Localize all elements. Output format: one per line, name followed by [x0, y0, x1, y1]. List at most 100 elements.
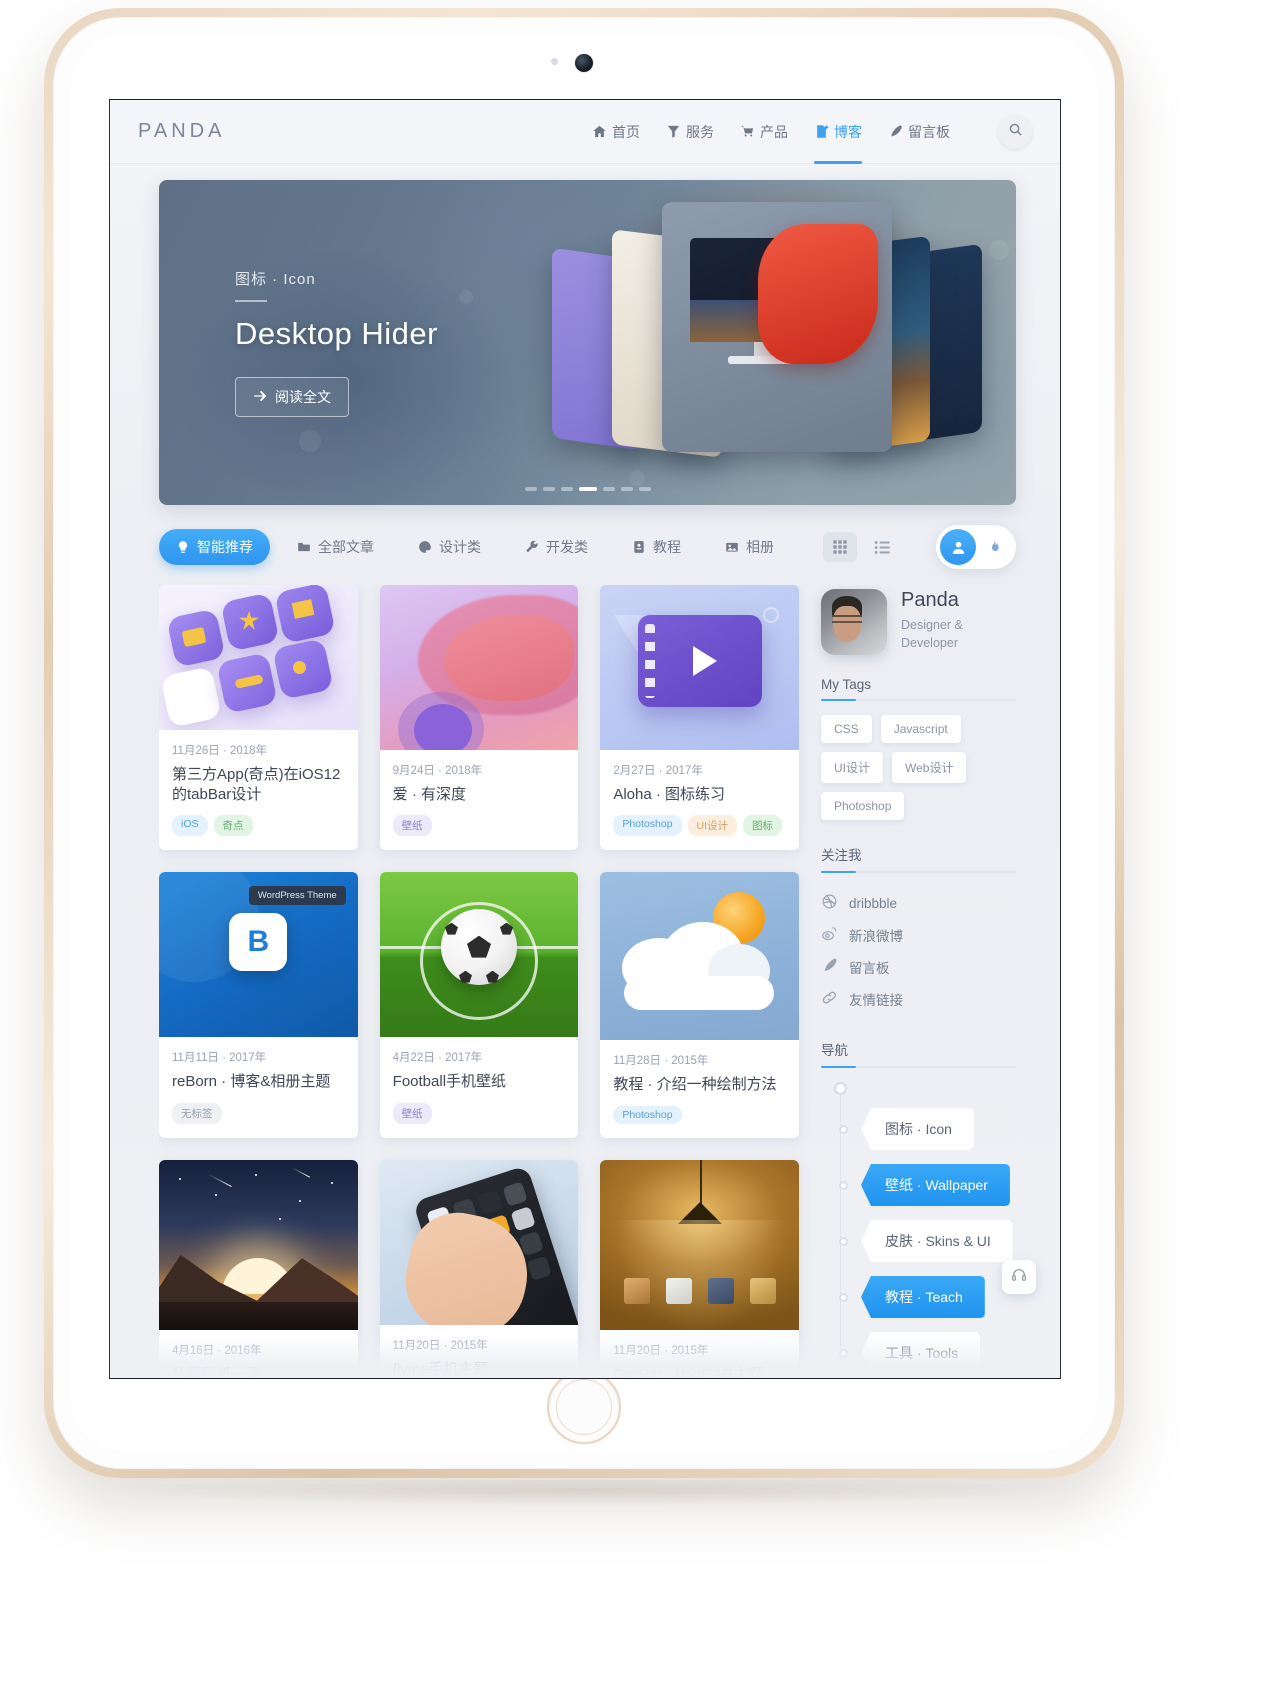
thumb-lamp-glow: [614, 1219, 785, 1330]
filter-all-articles[interactable]: 全部文章: [280, 529, 391, 565]
nav-item-blog[interactable]: 博客: [814, 100, 862, 164]
profile-block: Panda Designer & Developer: [821, 589, 1016, 655]
fire-icon[interactable]: [976, 529, 1012, 565]
post-tag[interactable]: UI设计: [687, 815, 738, 837]
filter-development[interactable]: 开发类: [508, 529, 605, 565]
nav-label-products: 产品: [760, 123, 788, 140]
post-title: Football手机壁纸: [392, 1073, 507, 1091]
post-date: 9月24日 · 2018年: [392, 765, 483, 778]
home-button[interactable]: [547, 1370, 621, 1444]
home-icon: [592, 124, 607, 139]
post-thumbnail: [379, 585, 579, 751]
sidebar-tag[interactable]: Photoshop: [821, 792, 905, 820]
avatar[interactable]: [821, 589, 887, 655]
nav-item-guestbook[interactable]: 留言板: [888, 100, 950, 164]
search-button[interactable]: [998, 114, 1032, 149]
timeline-row: 皮肤 · Skins & UI: [839, 1220, 1016, 1262]
nav-pill-tools[interactable]: 工具 · Tools: [861, 1332, 981, 1374]
post-thumbnail: [600, 1159, 799, 1330]
filter-design[interactable]: 设计类: [401, 529, 498, 565]
post-tag[interactable]: 图标: [743, 815, 783, 837]
post-card[interactable]: 11月26日 · 2018年 第三方App(奇点)在iOS12的tabBar设计…: [159, 585, 358, 851]
filter-label: 全部文章: [318, 539, 374, 555]
nav-pill-skins[interactable]: 皮肤 · Skins & UI: [861, 1220, 1013, 1262]
sidebar-tag[interactable]: UI设计: [821, 752, 884, 783]
hero-dot-active[interactable]: [578, 487, 597, 491]
post-card[interactable]: 4月16日 · 2016年 私藏壁纸一张: [159, 1159, 358, 1379]
ambient-sensor: [551, 58, 558, 65]
post-tags: Photoshop UI设计 图标: [613, 815, 786, 837]
filter-album[interactable]: 相册: [708, 529, 791, 565]
site-logo[interactable]: PANDA: [138, 120, 225, 143]
hero-dot[interactable]: [638, 487, 651, 491]
sidebar-tag[interactable]: Javascript: [880, 715, 961, 743]
hero-bokeh-dot: [989, 240, 1009, 260]
follow-item-links[interactable]: 友情链接: [821, 983, 1016, 1015]
post-title: reBorn · 博客&相册主题: [172, 1073, 331, 1091]
post-title: 私藏壁纸一张: [172, 1365, 263, 1379]
navigation-title: 导航: [821, 1043, 848, 1058]
post-body: 11月11日 · 2017年 reBorn · 博客&相册主题 无标签: [159, 1037, 358, 1137]
post-card[interactable]: 11月20日 · 2015年 flyme手机主题 Photoshop UI设计: [379, 1159, 579, 1378]
nav-label-service: 服务: [686, 123, 714, 140]
photo-icon: [725, 540, 739, 554]
follow-item-guestbook[interactable]: 留言板: [821, 951, 1016, 983]
hero-read-more-button[interactable]: 阅读全文: [235, 377, 349, 417]
follow-item-weibo[interactable]: 新浪微博: [821, 919, 1016, 951]
timeline-row: 工具 · Tools: [839, 1332, 1016, 1374]
post-card[interactable]: 11月20日 · 2015年 OrgRar · WinRAR主题: [600, 1159, 799, 1378]
post-thumbnail: [379, 872, 579, 1038]
wrench-icon: [525, 540, 539, 554]
post-card[interactable]: 11月28日 · 2015年 教程 · 介绍一种绘制方法 Photoshop: [600, 872, 799, 1138]
user-icon[interactable]: [940, 529, 976, 565]
nav-pill-teach[interactable]: 教程 · Teach: [861, 1276, 985, 1318]
post-tags: 无标签: [172, 1102, 345, 1124]
post-body: 9月24日 · 2018年 爱 · 有深度 壁纸: [380, 750, 579, 850]
filter-smart-recommend[interactable]: 智能推荐: [159, 529, 270, 565]
post-card[interactable]: 9月24日 · 2018年 爱 · 有深度 壁纸: [379, 585, 579, 851]
post-tags: 壁纸: [392, 1102, 566, 1124]
post-card[interactable]: 4月22日 · 2017年 Football手机壁纸 壁纸: [379, 872, 579, 1138]
arrow-right-icon: [253, 389, 267, 405]
thumb-blob: [413, 704, 472, 751]
sidebar-tag[interactable]: Web设计: [892, 752, 967, 783]
sidebar-tag[interactable]: CSS: [821, 715, 872, 743]
post-card[interactable]: 2月27日 · 2017年 Aloha · 图标练习 Photoshop UI设…: [600, 585, 799, 851]
timeline-node: [839, 1125, 848, 1134]
post-tag[interactable]: 壁纸: [392, 1102, 432, 1124]
hero-dot[interactable]: [524, 487, 537, 491]
nav-item-service[interactable]: 服务: [666, 100, 714, 164]
hero-dot[interactable]: [542, 487, 555, 491]
post-tag[interactable]: Photoshop: [613, 815, 682, 837]
hero-card-center: [662, 202, 892, 452]
hero-kicker: 图标 · Icon: [235, 271, 316, 288]
nav-pill-wallpaper[interactable]: 壁纸 · Wallpaper: [861, 1164, 1010, 1206]
device-shadow: [120, 1480, 1050, 1506]
post-badge: WordPress Theme: [248, 886, 346, 906]
follow-label: dribbble: [849, 895, 898, 911]
post-body: 11月20日 · 2015年 OrgRar · WinRAR主题: [600, 1330, 799, 1378]
post-tag[interactable]: 奇点: [213, 815, 253, 837]
grid-view-icon[interactable]: [823, 532, 857, 562]
post-tag[interactable]: 无标签: [172, 1102, 222, 1124]
list-view-icon[interactable]: [865, 532, 899, 562]
nav-item-home[interactable]: 首页: [592, 100, 640, 164]
post-tag[interactable]: Photoshop: [613, 1105, 682, 1124]
nav-item-products[interactable]: 产品: [740, 100, 788, 164]
nav-label-blog: 博客: [834, 123, 862, 140]
nav-pill-icon[interactable]: 图标 · Icon: [861, 1108, 974, 1150]
post-tag[interactable]: 壁纸: [392, 815, 432, 837]
post-tag[interactable]: iOS: [172, 815, 208, 837]
dribbble-icon: [821, 893, 838, 913]
post-card[interactable]: WordPress Theme B 11月11日 · 2017年 reBorn …: [159, 872, 358, 1138]
filter-tutorial[interactable]: 教程: [615, 529, 698, 565]
hero-dot[interactable]: [620, 487, 633, 491]
book-icon: [632, 540, 646, 554]
help-button[interactable]: [1002, 1260, 1036, 1294]
hero-bokeh-dot: [459, 290, 473, 304]
hero-banner[interactable]: 图标 · Icon Desktop Hider 阅读全文: [159, 180, 1016, 505]
post-date: 11月20日 · 2015年: [392, 1339, 488, 1352]
hero-dot[interactable]: [560, 487, 573, 491]
hero-dot[interactable]: [602, 487, 615, 491]
follow-item-dribbble[interactable]: dribbble: [821, 887, 1016, 919]
